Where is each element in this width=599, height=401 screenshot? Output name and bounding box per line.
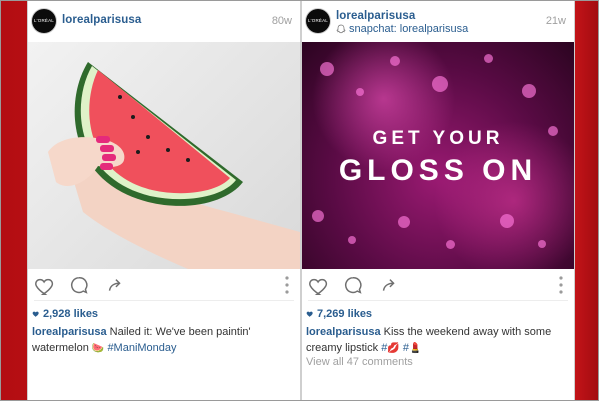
actions-bar <box>28 269 300 301</box>
username-link[interactable]: lorealparisusa <box>62 14 141 26</box>
likes-heart-icon <box>306 311 313 317</box>
comment-icon[interactable] <box>342 275 364 297</box>
caption-username[interactable]: lorealparisusa <box>32 326 107 338</box>
collage-frame: L'ORÉAL lorealparisusa 80w 2,928 likes l… <box>0 0 599 401</box>
post-photo[interactable] <box>28 42 300 269</box>
post-header: L'ORÉAL lorealparisusa snapchat: lorealp… <box>302 1 574 42</box>
red-edge <box>574 1 598 400</box>
share-icon[interactable] <box>378 275 400 297</box>
caption-username[interactable]: lorealparisusa <box>306 326 381 338</box>
post-age: 21w <box>545 15 566 27</box>
watermelon-illustration <box>48 62 300 269</box>
more-icon[interactable] <box>284 275 290 295</box>
heart-icon[interactable] <box>308 275 330 297</box>
share-icon[interactable] <box>104 275 126 297</box>
post-gloss: L'ORÉAL lorealparisusa snapchat: lorealp… <box>301 1 575 400</box>
snapchat-link[interactable]: snapchat: lorealparisusa <box>336 23 468 35</box>
heart-icon[interactable] <box>34 275 56 297</box>
actions-bar <box>302 269 574 301</box>
image-text-line2: GLOSS ON <box>338 154 538 187</box>
post-age: 80w <box>271 15 292 27</box>
image-text-line1: GET YOUR <box>372 128 504 149</box>
watermelon-emoji: 🍉 <box>91 343 105 354</box>
view-comments-link[interactable]: View all 47 comments <box>306 356 413 368</box>
divider <box>308 300 568 301</box>
avatar[interactable]: L'ORÉAL <box>306 9 330 33</box>
post-caption: lorealparisusa Kiss the weekend away wit… <box>306 324 568 357</box>
post-watermelon: L'ORÉAL lorealparisusa 80w 2,928 likes l… <box>27 1 301 400</box>
avatar-logo-text: L'ORÉAL <box>307 17 329 23</box>
avatar-logo-text: L'ORÉAL <box>33 17 55 23</box>
lipstick-emoji: 💄 <box>408 343 422 354</box>
kiss-emoji: 💋 <box>387 343 400 354</box>
hashtag-link[interactable]: #ManiMonday <box>107 342 176 354</box>
likes-count[interactable]: 7,269 likes <box>306 308 372 320</box>
divider <box>34 300 294 301</box>
likes-text: 7,269 likes <box>317 308 373 320</box>
more-icon[interactable] <box>558 275 564 295</box>
post-header: L'ORÉAL lorealparisusa 80w <box>28 1 300 42</box>
snapchat-ghost-icon <box>336 24 346 34</box>
likes-heart-icon <box>32 311 39 317</box>
avatar[interactable]: L'ORÉAL <box>32 9 56 33</box>
username-link[interactable]: lorealparisusa <box>336 10 415 22</box>
likes-text: 2,928 likes <box>43 308 99 320</box>
likes-count[interactable]: 2,928 likes <box>32 308 98 320</box>
comment-icon[interactable] <box>68 275 90 297</box>
post-caption: lorealparisusa Nailed it: We've been pai… <box>32 324 294 357</box>
post-photo[interactable]: GET YOUR GLOSS ON <box>302 42 574 269</box>
snapchat-text: snapchat: lorealparisusa <box>349 23 469 35</box>
